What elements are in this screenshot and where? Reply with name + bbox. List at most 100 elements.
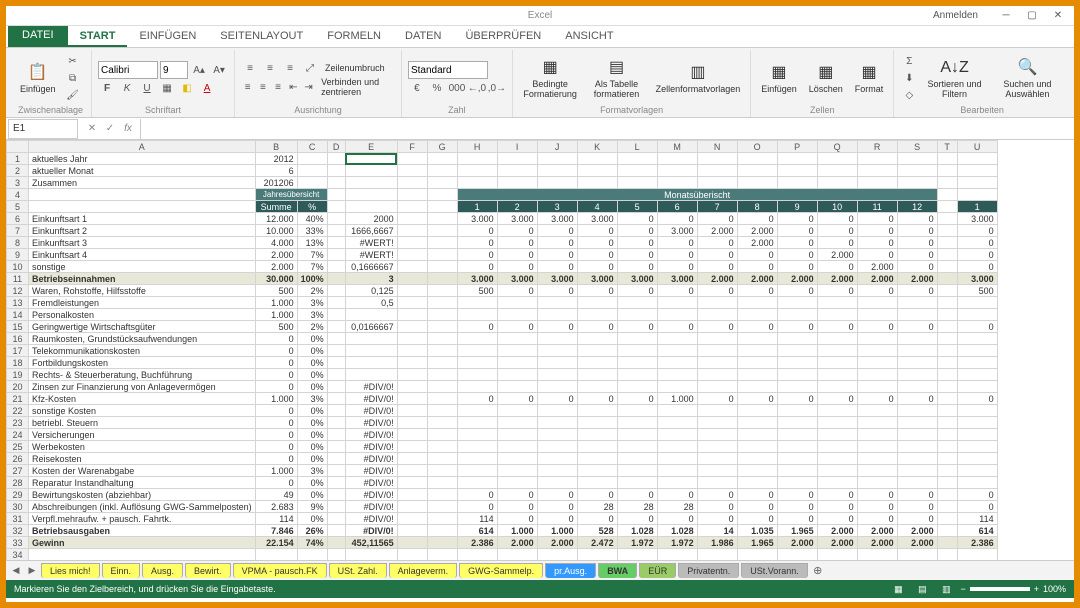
cell-m2-11[interactable]: 3.000 (497, 273, 537, 285)
cell-F23[interactable] (397, 417, 427, 429)
cell-m10-26[interactable] (817, 453, 857, 465)
font-family-select[interactable] (98, 61, 158, 79)
cell-U32[interactable]: 614 (957, 525, 997, 537)
align-middle-button[interactable]: ≡ (261, 60, 279, 76)
col-header-E[interactable]: E (345, 141, 397, 153)
cell-C31[interactable]: 0% (297, 513, 327, 525)
cell-G6[interactable] (427, 213, 457, 225)
cell-m3-17[interactable] (537, 345, 577, 357)
cell-m2-9[interactable]: 0 (497, 249, 537, 261)
align-center-button[interactable]: ≡ (256, 79, 269, 95)
cell-m6-28[interactable] (657, 477, 697, 489)
cell-m4-16[interactable] (577, 333, 617, 345)
row-9[interactable]: 9Einkunftsart 42.0007%#WERT!0000000002.0… (7, 249, 998, 261)
cell-m1-16[interactable] (457, 333, 497, 345)
cell-U26[interactable] (957, 453, 997, 465)
cell-m2-27[interactable] (497, 465, 537, 477)
cell-E12[interactable]: 0,125 (345, 285, 397, 297)
tab-nav-next[interactable]: ▶ (24, 563, 40, 579)
cell-m9-21[interactable]: 0 (777, 393, 817, 405)
cell-F27[interactable] (397, 465, 427, 477)
cell-m11-27[interactable] (857, 465, 897, 477)
row-31[interactable]: 31Verpfl.mehraufw. + pausch. Fahrtk.1140… (7, 513, 998, 525)
currency-button[interactable]: € (408, 80, 426, 96)
cell-m3-13[interactable] (537, 297, 577, 309)
cell-m8-18[interactable] (737, 357, 777, 369)
cell-m6-11[interactable]: 3.000 (657, 273, 697, 285)
cell-D34[interactable] (327, 549, 345, 561)
cell-m4-20[interactable] (577, 381, 617, 393)
cell-m5-18[interactable] (617, 357, 657, 369)
cell-m6-32[interactable]: 1.028 (657, 525, 697, 537)
cell-m4-24[interactable] (577, 429, 617, 441)
cell-m7-15[interactable]: 0 (697, 321, 737, 333)
cell-m12-11[interactable]: 2.000 (897, 273, 937, 285)
row-header-14[interactable]: 14 (7, 309, 29, 321)
cell-m11-10[interactable]: 2.000 (857, 261, 897, 273)
cell-D1[interactable] (327, 153, 345, 165)
col-header-D[interactable]: D (327, 141, 345, 153)
col-header-P[interactable]: P (777, 141, 817, 153)
cell-m3-32[interactable]: 1.000 (537, 525, 577, 537)
cell-F3[interactable] (397, 177, 427, 189)
tab-review[interactable]: ÜBERPRÜFEN (453, 26, 553, 47)
cell-B2[interactable]: 6 (255, 165, 297, 177)
cell-F15[interactable] (397, 321, 427, 333)
cell-m6-33[interactable]: 1.972 (657, 537, 697, 549)
cell-m5-16[interactable] (617, 333, 657, 345)
sheet-tab-ust--zahl-[interactable]: USt. Zahl. (329, 563, 387, 578)
bold-button[interactable]: F (98, 80, 116, 96)
cell-C21[interactable]: 3% (297, 393, 327, 405)
cell-m2-22[interactable] (497, 405, 537, 417)
cell-B16[interactable]: 0 (255, 333, 297, 345)
cell-E18[interactable] (345, 357, 397, 369)
cell-m4-19[interactable] (577, 369, 617, 381)
cell-m9-31[interactable]: 0 (777, 513, 817, 525)
cell-m12-20[interactable] (897, 381, 937, 393)
row-22[interactable]: 22sonstige Kosten00%#DIV/0! (7, 405, 998, 417)
cell-m3-30[interactable]: 0 (537, 501, 577, 513)
row-header-7[interactable]: 7 (7, 225, 29, 237)
row-34[interactable]: 34 (7, 549, 998, 561)
cell-m7-8[interactable]: 0 (697, 237, 737, 249)
cell-E27[interactable]: #DIV/0! (345, 465, 397, 477)
row-6[interactable]: 6Einkunftsart 112.00040%20003.0003.0003.… (7, 213, 998, 225)
cell-m2-26[interactable] (497, 453, 537, 465)
cell-m4-29[interactable]: 0 (577, 489, 617, 501)
cell-F26[interactable] (397, 453, 427, 465)
indent-dec-button[interactable]: ⇤ (287, 79, 300, 95)
cell-F7[interactable] (397, 225, 427, 237)
cell-E28[interactable]: #DIV/0! (345, 477, 397, 489)
cell-B7[interactable]: 10.000 (255, 225, 297, 237)
sheet-tab-einn-[interactable]: Einn. (102, 563, 141, 578)
cell-m1-6[interactable]: 3.000 (457, 213, 497, 225)
cell-E26[interactable]: #DIV/0! (345, 453, 397, 465)
row-32[interactable]: 32Betriebsausgaben7.84626%#DIV/0!6141.00… (7, 525, 998, 537)
cell-D19[interactable] (327, 369, 345, 381)
cell-A5[interactable] (29, 201, 256, 213)
cell-m2-21[interactable]: 0 (497, 393, 537, 405)
cell-D22[interactable] (327, 405, 345, 417)
cell-B32[interactable]: 7.846 (255, 525, 297, 537)
cell-m1-13[interactable] (457, 297, 497, 309)
cell-m10-10[interactable]: 0 (817, 261, 857, 273)
row-header-13[interactable]: 13 (7, 297, 29, 309)
cell-m8-30[interactable]: 0 (737, 501, 777, 513)
cell-m5-21[interactable]: 0 (617, 393, 657, 405)
cell-m11-28[interactable] (857, 477, 897, 489)
cell-U2[interactable] (957, 165, 997, 177)
cell-m5-22[interactable] (617, 405, 657, 417)
cell-m3-8[interactable]: 0 (537, 237, 577, 249)
cell-m3-6[interactable]: 3.000 (537, 213, 577, 225)
row-header-34[interactable]: 34 (7, 549, 29, 561)
cell-m8-7[interactable]: 2.000 (737, 225, 777, 237)
cell-G24[interactable] (427, 429, 457, 441)
row-26[interactable]: 26Reisekosten00%#DIV/0! (7, 453, 998, 465)
col-header-M[interactable]: M (657, 141, 697, 153)
cell-C28[interactable]: 0% (297, 477, 327, 489)
cell-m12-24[interactable] (897, 429, 937, 441)
cell-A14[interactable]: Personalkosten (29, 309, 256, 321)
italic-button[interactable]: K (118, 80, 136, 96)
row-15[interactable]: 15Geringwertige Wirtschaftsgüter5002%0,0… (7, 321, 998, 333)
cell-m6-21[interactable]: 1.000 (657, 393, 697, 405)
